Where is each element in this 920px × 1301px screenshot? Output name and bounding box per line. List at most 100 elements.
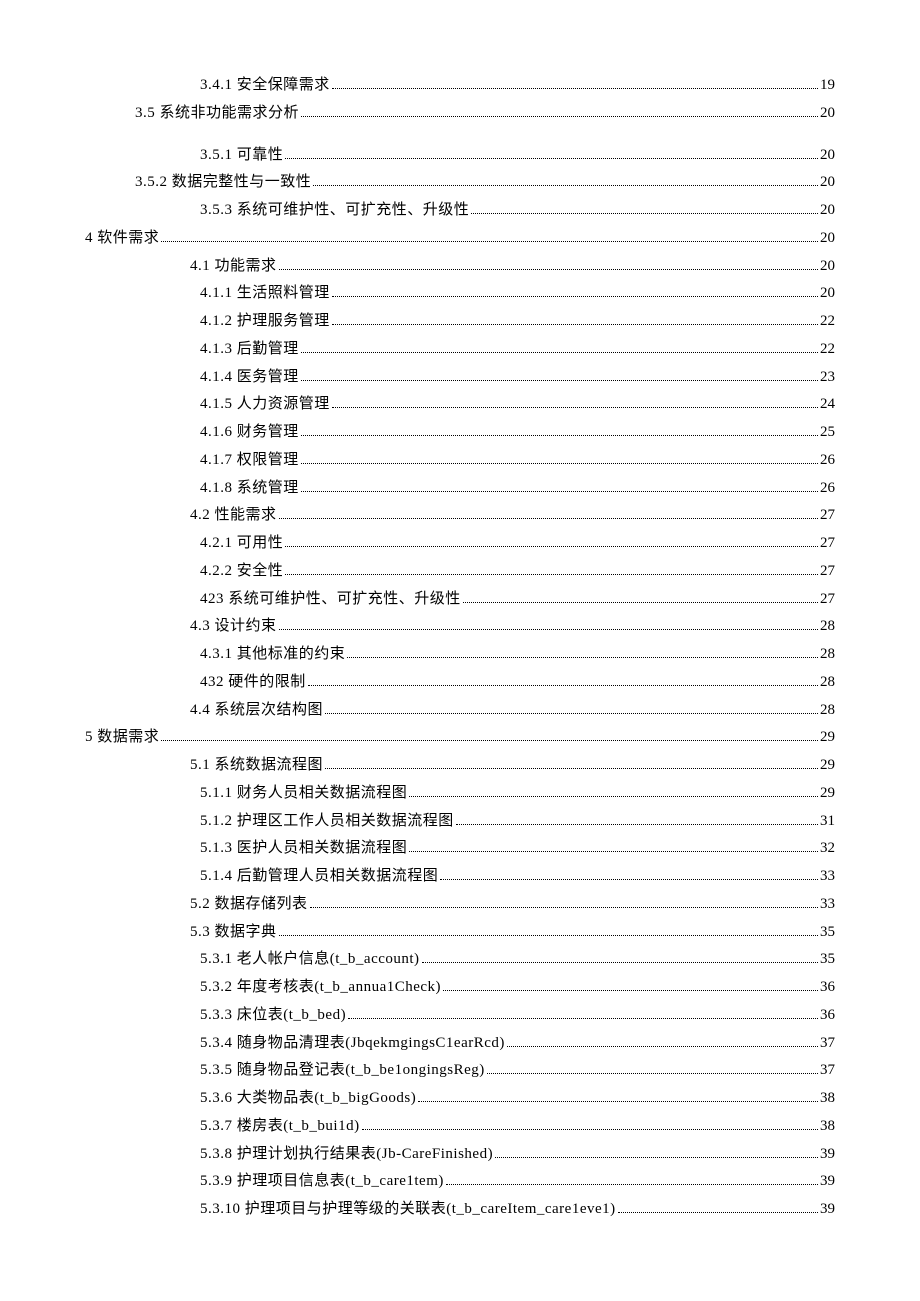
toc-entry-page: 35 bbox=[820, 919, 835, 947]
toc-entry[interactable]: 5.1.4 后勤管理人员相关数据流程图 33 bbox=[85, 863, 835, 891]
toc-entry-label: 4.1.3 后勤管理 bbox=[200, 336, 299, 364]
toc-entry[interactable]: 4.1.7 权限管理 26 bbox=[85, 447, 835, 475]
toc-entry-label: 4.1.6 财务管理 bbox=[200, 419, 299, 447]
toc-leader-dots bbox=[443, 977, 818, 992]
toc-entry[interactable]: 4.4 系统层次结构图 28 bbox=[85, 697, 835, 725]
toc-leader-dots bbox=[471, 200, 818, 215]
toc-entry[interactable]: 4.2.2 安全性 27 bbox=[85, 558, 835, 586]
toc-entry[interactable]: 4.1.1 生活照料管理 20 bbox=[85, 280, 835, 308]
toc-entry[interactable]: 5.1.3 医护人员相关数据流程图 32 bbox=[85, 835, 835, 863]
toc-entry-label: 5.3.7 楼房表(t_b_bui1d) bbox=[200, 1113, 360, 1141]
toc-leader-dots bbox=[409, 838, 818, 853]
toc-leader-dots bbox=[308, 671, 818, 686]
toc-entry[interactable]: 423 系统可维护性、可扩充性、升级性 27 bbox=[85, 586, 835, 614]
toc-entry-page: 33 bbox=[820, 891, 835, 919]
toc-entry[interactable]: 5.2 数据存储列表 33 bbox=[85, 891, 835, 919]
toc-entry-label: 5.3.2 年度考核表(t_b_annua1Check) bbox=[200, 974, 441, 1002]
toc-entry-page: 31 bbox=[820, 808, 835, 836]
toc-entry-page: 20 bbox=[820, 142, 835, 170]
toc-entry[interactable]: 3.4.1 安全保障需求 19 bbox=[85, 72, 835, 100]
toc-entry-page: 29 bbox=[820, 752, 835, 780]
toc-entry[interactable]: 5.1 系统数据流程图 29 bbox=[85, 752, 835, 780]
toc-entry-label: 5.1.3 医护人员相关数据流程图 bbox=[200, 835, 407, 863]
toc-entry[interactable]: 5.3.5 随身物品登记表(t_b_be1ongingsReg) 37 bbox=[85, 1057, 835, 1085]
toc-entry[interactable]: 5.3.7 楼房表(t_b_bui1d) 38 bbox=[85, 1113, 835, 1141]
toc-entry-page: 26 bbox=[820, 447, 835, 475]
toc-entry-page: 22 bbox=[820, 308, 835, 336]
toc-entry[interactable]: 4.1.2 护理服务管理 22 bbox=[85, 308, 835, 336]
toc-entry[interactable]: 5.1.2 护理区工作人员相关数据流程图 31 bbox=[85, 808, 835, 836]
toc-entry-label: 432 硬件的限制 bbox=[200, 669, 306, 697]
toc-entry-label: 5 数据需求 bbox=[85, 724, 159, 752]
toc-entry[interactable]: 5.1.1 财务人员相关数据流程图 29 bbox=[85, 780, 835, 808]
toc-entry-label: 4.1.7 权限管理 bbox=[200, 447, 299, 475]
toc-entry[interactable]: 4.1.6 财务管理 25 bbox=[85, 419, 835, 447]
toc-entry[interactable]: 4.3.1 其他标准的约束 28 bbox=[85, 641, 835, 669]
toc-entry-page: 27 bbox=[820, 586, 835, 614]
toc-entry-page: 23 bbox=[820, 364, 835, 392]
toc-leader-dots bbox=[161, 727, 818, 742]
toc-entry[interactable]: 4 软件需求 20 bbox=[85, 225, 835, 253]
toc-entry[interactable]: 4.1.3 后勤管理 22 bbox=[85, 336, 835, 364]
toc-entry[interactable]: 3.5.3 系统可维护性、可扩充性、升级性 20 bbox=[85, 197, 835, 225]
toc-entry-page: 25 bbox=[820, 419, 835, 447]
toc-entry[interactable]: 4.1.4 医务管理 23 bbox=[85, 364, 835, 392]
toc-entry-page: 26 bbox=[820, 475, 835, 503]
toc-entry[interactable]: 4.3 设计约束 28 bbox=[85, 613, 835, 641]
toc-entry-label: 5.2 数据存储列表 bbox=[190, 891, 308, 919]
toc-entry-page: 20 bbox=[820, 280, 835, 308]
toc-entry-page: 39 bbox=[820, 1196, 835, 1224]
toc-entry-page: 19 bbox=[820, 72, 835, 100]
toc-leader-dots bbox=[279, 505, 818, 520]
toc-entry-label: 5.3.5 随身物品登记表(t_b_be1ongingsReg) bbox=[200, 1057, 485, 1085]
toc-entry-label: 3.4.1 安全保障需求 bbox=[200, 72, 330, 100]
toc-entry[interactable]: 5.3.9 护理项目信息表(t_b_care1tem) 39 bbox=[85, 1168, 835, 1196]
toc-leader-dots bbox=[347, 644, 818, 659]
toc-leader-dots bbox=[618, 1199, 818, 1214]
toc-entry-page: 20 bbox=[820, 225, 835, 253]
toc-entry-label: 423 系统可维护性、可扩充性、升级性 bbox=[200, 586, 461, 614]
toc-leader-dots bbox=[301, 449, 818, 464]
toc-entry[interactable]: 3.5.1 可靠性 20 bbox=[85, 142, 835, 170]
toc-leader-dots bbox=[332, 283, 818, 298]
toc-entry-page: 27 bbox=[820, 530, 835, 558]
toc-entry-page: 22 bbox=[820, 336, 835, 364]
toc-leader-dots bbox=[440, 866, 818, 881]
toc-entry[interactable]: 5 数据需求 29 bbox=[85, 724, 835, 752]
toc-leader-dots bbox=[161, 227, 818, 242]
toc-entry[interactable]: 3.5.2 数据完整性与一致性 20 bbox=[85, 169, 835, 197]
toc-entry-page: 28 bbox=[820, 669, 835, 697]
toc-entry[interactable]: 5.3.4 随身物品清理表(JbqekmgingsC1earRcd) 37 bbox=[85, 1030, 835, 1058]
toc-leader-dots bbox=[332, 311, 818, 326]
toc-leader-dots bbox=[285, 560, 818, 575]
toc-entry-label: 3.5.1 可靠性 bbox=[200, 142, 283, 170]
toc-entry-label: 5.1 系统数据流程图 bbox=[190, 752, 323, 780]
toc-entry[interactable]: 4.1.5 人力资源管理 24 bbox=[85, 391, 835, 419]
toc-leader-dots bbox=[285, 533, 818, 548]
toc-entry-page: 28 bbox=[820, 697, 835, 725]
toc-entry[interactable]: 5.3.6 大类物品表(t_b_bigGoods) 38 bbox=[85, 1085, 835, 1113]
toc-entry[interactable]: 4.1.8 系统管理 26 bbox=[85, 475, 835, 503]
toc-entry[interactable]: 5.3.10 护理项目与护理等级的关联表(t_b_careItem_care1e… bbox=[85, 1196, 835, 1224]
toc-leader-dots bbox=[409, 782, 818, 797]
toc-entry-page: 27 bbox=[820, 502, 835, 530]
toc-entry[interactable]: 432 硬件的限制 28 bbox=[85, 669, 835, 697]
toc-entry-page: 29 bbox=[820, 780, 835, 808]
toc-entry[interactable]: 5.3.8 护理计划执行结果表(Jb-CareFinished) 39 bbox=[85, 1141, 835, 1169]
toc-entry-label: 4 软件需求 bbox=[85, 225, 159, 253]
toc-entry[interactable]: 4.1 功能需求 20 bbox=[85, 253, 835, 281]
toc-entry[interactable]: 5.3.1 老人帐户信息(t_b_account) 35 bbox=[85, 946, 835, 974]
toc-entry[interactable]: 5.3 数据字典 35 bbox=[85, 919, 835, 947]
toc-entry-label: 5.1.2 护理区工作人员相关数据流程图 bbox=[200, 808, 454, 836]
toc-entry[interactable]: 5.3.2 年度考核表(t_b_annua1Check) 36 bbox=[85, 974, 835, 1002]
toc-entry-label: 4.1.5 人力资源管理 bbox=[200, 391, 330, 419]
toc-entry-label: 5.3.10 护理项目与护理等级的关联表(t_b_careItem_care1e… bbox=[200, 1196, 616, 1224]
toc-entry[interactable]: 5.3.3 床位表(t_b_bed) 36 bbox=[85, 1002, 835, 1030]
toc-entry[interactable]: 3.5 系统非功能需求分析 20 bbox=[85, 100, 835, 128]
toc-entry-label: 4.1.8 系统管理 bbox=[200, 475, 299, 503]
toc-entry[interactable]: 4.2.1 可用性 27 bbox=[85, 530, 835, 558]
toc-entry-label: 4.2 性能需求 bbox=[190, 502, 277, 530]
toc-entry-label: 4.3.1 其他标准的约束 bbox=[200, 641, 345, 669]
toc-entry-label: 4.1.1 生活照料管理 bbox=[200, 280, 330, 308]
toc-entry[interactable]: 4.2 性能需求 27 bbox=[85, 502, 835, 530]
